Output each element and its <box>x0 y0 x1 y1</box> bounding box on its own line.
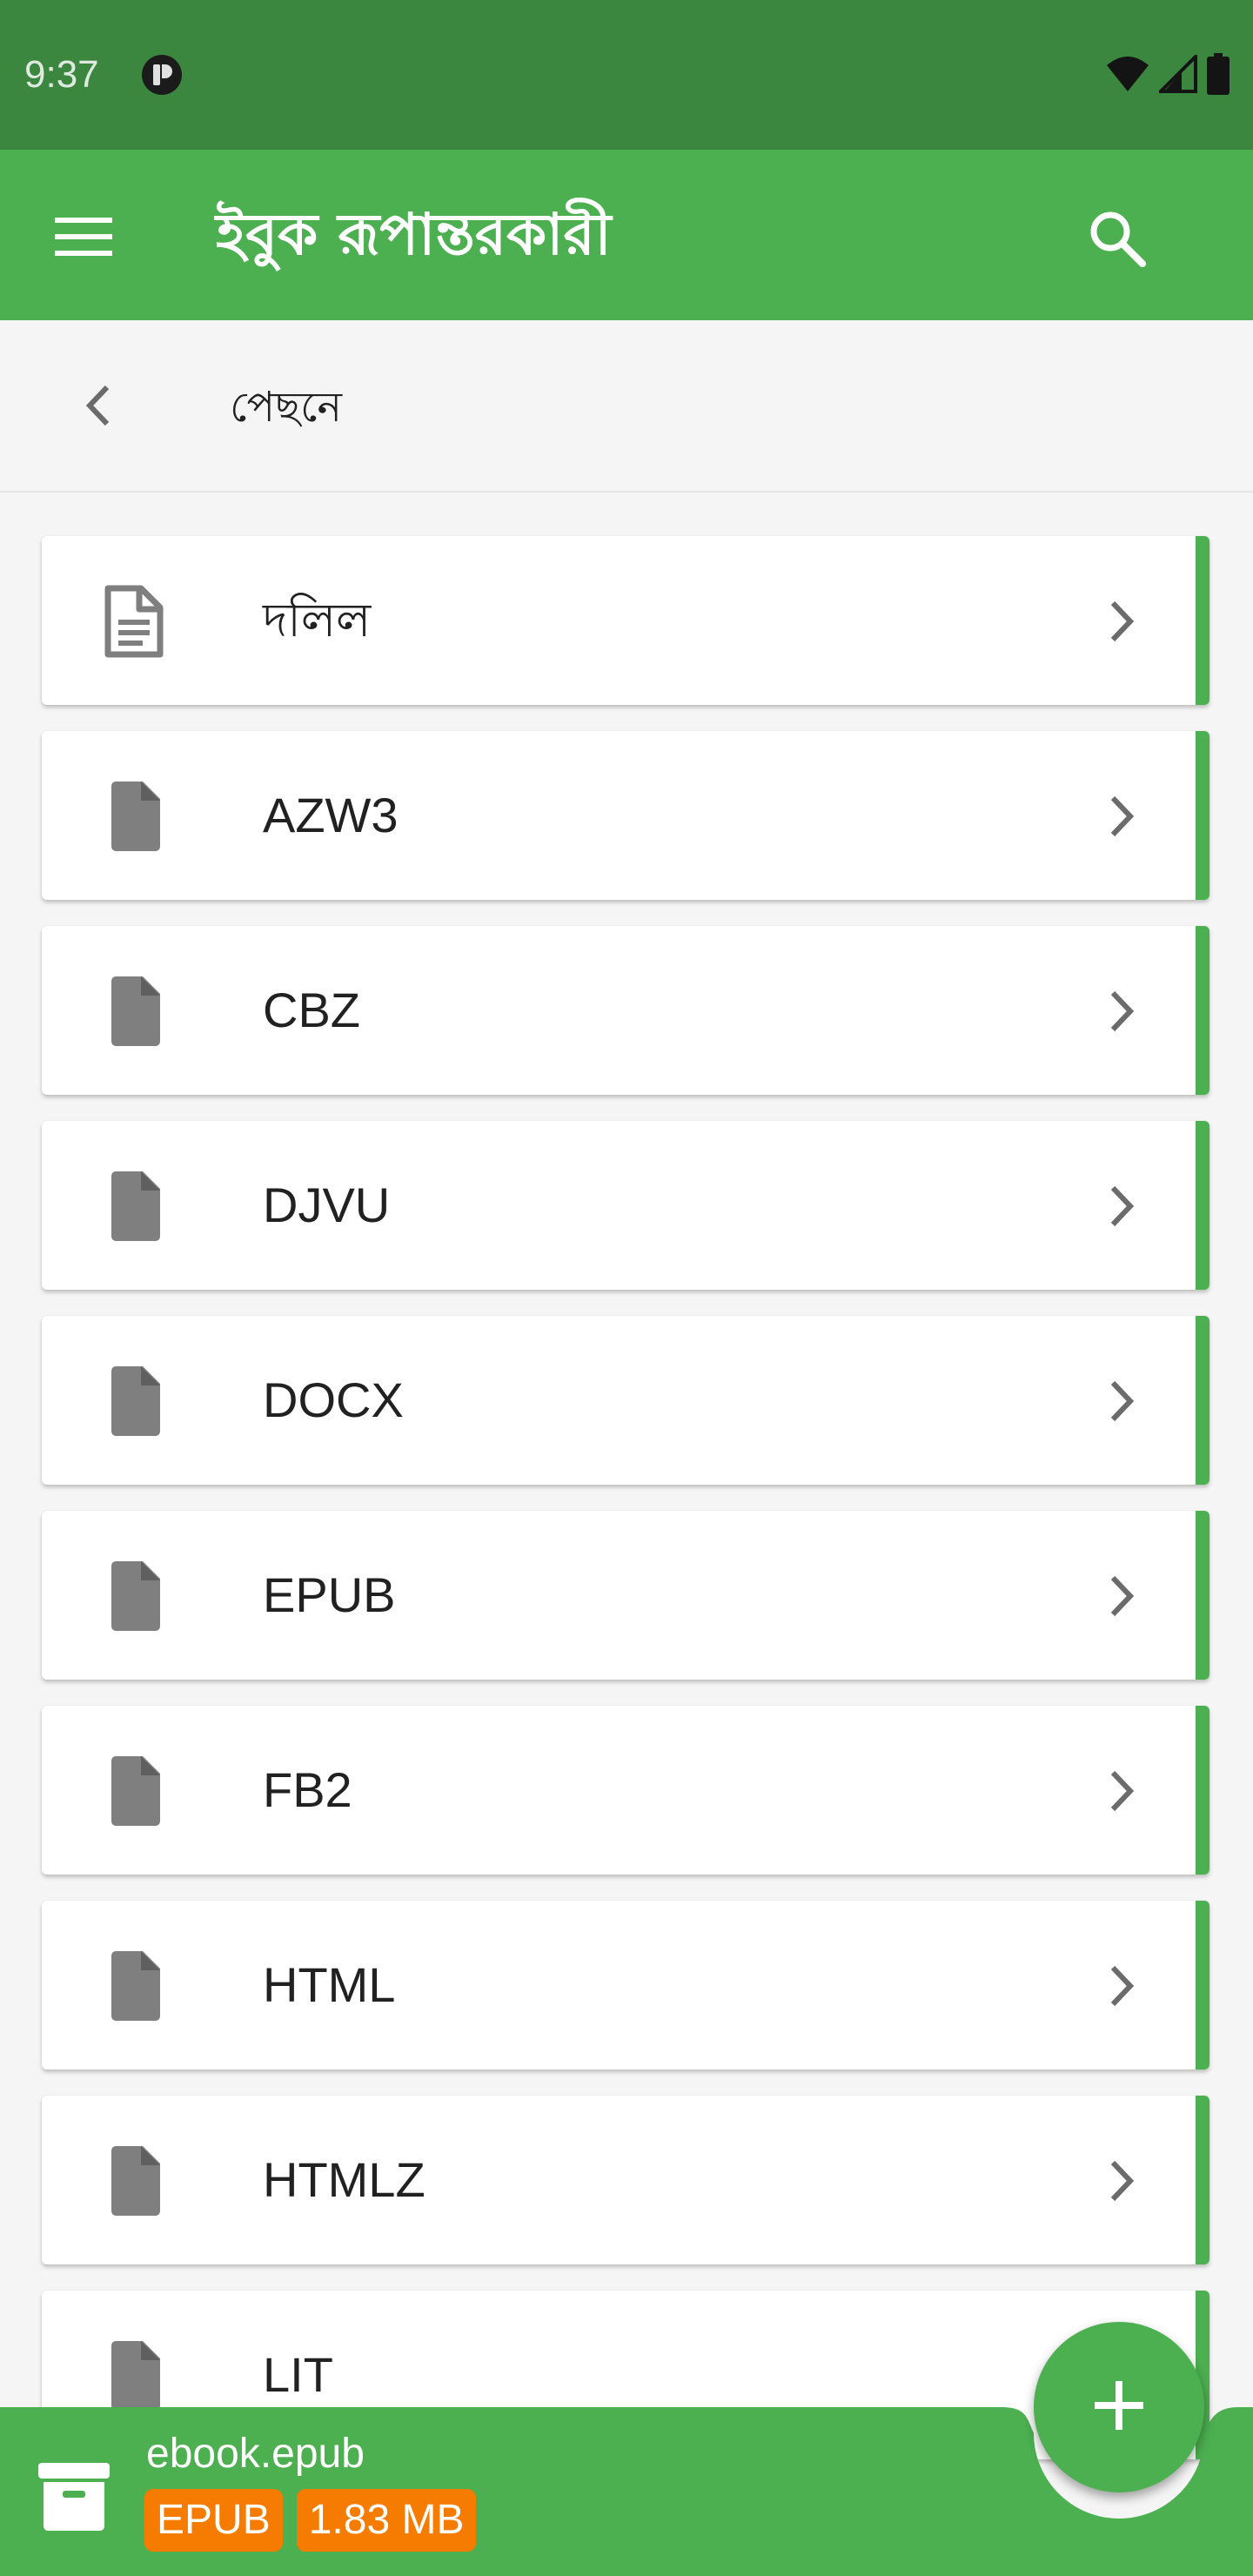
app-title: ইবুক রূপান্তরকারী <box>216 201 612 268</box>
list-item-label: FB2 <box>263 1762 352 1817</box>
list-item-label: DOCX <box>263 1372 404 1427</box>
file-icon <box>99 1558 169 1634</box>
add-file-button[interactable] <box>1034 2322 1204 2492</box>
chevron-right-icon <box>1098 788 1147 844</box>
file-icon <box>99 973 169 1050</box>
file-icon <box>99 1168 169 1244</box>
app-bar: ইবুক রূপান্তরকারী <box>0 150 1253 320</box>
card-accent <box>1196 926 1209 1095</box>
status-bar: 9:37 <box>0 0 1253 150</box>
file-icon <box>99 1753 169 1829</box>
card-accent <box>1196 1121 1209 1290</box>
back-button[interactable]: পেছনে <box>0 320 1253 493</box>
list-item-label: HTML <box>263 1957 396 2012</box>
card-accent <box>1196 731 1209 900</box>
file-icon <box>99 1363 169 1439</box>
wifi-icon <box>1105 55 1150 97</box>
list-item-fb2[interactable]: FB2 <box>42 1706 1209 1875</box>
status-time: 9:37 <box>24 53 99 96</box>
list-item-djvu[interactable]: DJVU <box>42 1121 1209 1290</box>
file-icon <box>99 778 169 855</box>
battery-icon <box>1206 52 1230 99</box>
list-item-label: EPUB <box>263 1567 396 1622</box>
chevron-right-icon <box>1098 1178 1147 1234</box>
status-icons <box>1105 51 1230 99</box>
plus-icon <box>1093 2379 1145 2436</box>
list-item-docx[interactable]: DOCX <box>42 1316 1209 1485</box>
selected-file-name: ebook.epub <box>146 2431 365 2477</box>
card-accent <box>1196 1316 1209 1485</box>
file-icon <box>99 2143 169 2219</box>
list-item-document[interactable]: দলিল <box>42 536 1209 705</box>
archive-box-icon <box>35 2458 113 2532</box>
chevron-right-icon <box>1098 2153 1147 2209</box>
app-notification-icon <box>141 54 183 96</box>
list-item-label: LIT <box>263 2347 333 2402</box>
file-icon <box>99 1948 169 2024</box>
list-item-cbz[interactable]: CBZ <box>42 926 1209 1095</box>
chevron-right-icon <box>1098 983 1147 1039</box>
list-item-label: CBZ <box>263 983 360 1037</box>
chevron-right-icon <box>1098 1373 1147 1429</box>
list-item-htmlz[interactable]: HTMLZ <box>42 2096 1209 2264</box>
chevron-right-icon <box>1098 1958 1147 2014</box>
signal-icon <box>1156 51 1197 97</box>
file-icon <box>99 2338 169 2414</box>
hamburger-menu-icon[interactable] <box>52 205 115 268</box>
chevron-right-icon <box>1098 594 1147 649</box>
back-label: পেছনে <box>230 383 343 432</box>
file-size-badge: 1.83 MB <box>296 2489 477 2552</box>
list-item-label: AZW3 <box>263 788 399 842</box>
card-accent <box>1196 1706 1209 1875</box>
card-accent <box>1196 2096 1209 2264</box>
chevron-right-icon <box>1098 1568 1147 1624</box>
list-item-epub[interactable]: EPUB <box>42 1511 1209 1680</box>
document-outline-icon <box>99 583 169 660</box>
list-item-azw3[interactable]: AZW3 <box>42 731 1209 900</box>
file-badges: EPUB 1.83 MB <box>144 2489 477 2552</box>
list-item-label: দলিল <box>263 593 372 647</box>
card-accent <box>1196 1901 1209 2070</box>
chevron-right-icon <box>1098 1763 1147 1819</box>
list-item-label: HTMLZ <box>263 2152 425 2207</box>
card-accent <box>1196 1511 1209 1680</box>
card-accent <box>1196 536 1209 705</box>
list-item-html[interactable]: HTML <box>42 1901 1209 2070</box>
file-type-badge: EPUB <box>144 2489 283 2552</box>
search-icon[interactable] <box>1075 197 1159 280</box>
chevron-left-icon <box>73 378 122 433</box>
list-item-label: DJVU <box>263 1177 391 1232</box>
